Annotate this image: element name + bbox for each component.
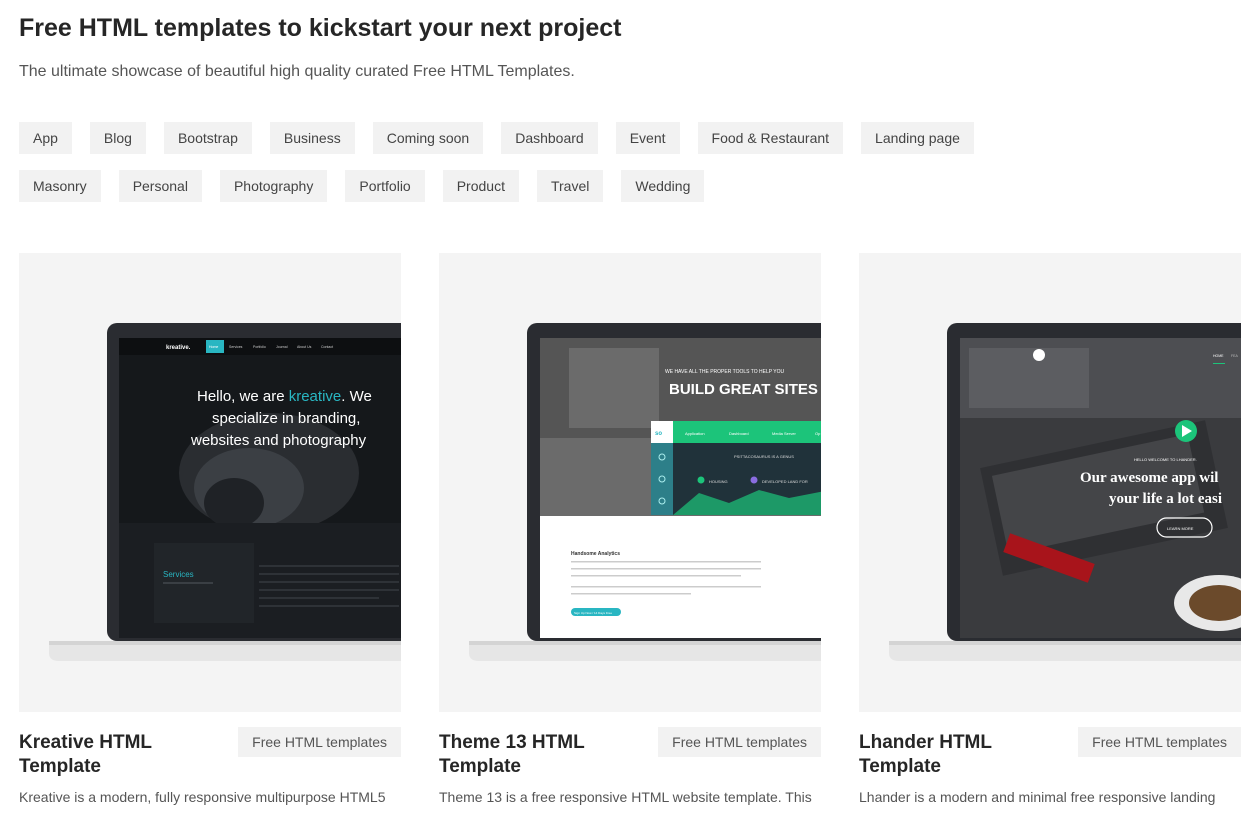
preview-stat-2: DEVELOPED LAND FOR [762, 479, 808, 484]
tag-bootstrap[interactable]: Bootstrap [163, 122, 252, 154]
tag-travel[interactable]: Travel [536, 170, 604, 202]
tag-product[interactable]: Product [442, 170, 519, 202]
tag-masonry[interactable]: Masonry [19, 170, 101, 202]
tag-row-2: Masonry Personal Photography Portfolio P… [19, 170, 1019, 202]
tag-blog[interactable]: Blog [89, 122, 146, 154]
rocket-icon [1033, 349, 1045, 361]
category-badge[interactable]: Free HTML templates [1078, 727, 1241, 757]
preview-nav-about: About Us [297, 345, 312, 349]
card-title[interactable]: Theme 13 HTML Template [439, 731, 639, 779]
category-badge[interactable]: Free HTML templates [238, 727, 401, 757]
preview-headline-brand: kreative [289, 388, 342, 405]
preview-tab-media: Media Server [772, 431, 796, 436]
preview-tab-dashboard: Dashboard [729, 431, 749, 436]
preview-learn-more: LEARN MORE [1167, 526, 1194, 531]
card-description: Theme 13 is a free responsive HTML websi… [439, 789, 812, 805]
tag-photography[interactable]: Photography [219, 170, 328, 202]
preview-tab-application: Application [685, 431, 705, 436]
preview-logo: so [655, 431, 662, 437]
preview-stat-1: HOUSING [709, 479, 728, 484]
tag-dashboard[interactable]: Dashboard [501, 122, 598, 154]
preview-signup-button: Sign Up Now / 14 Days Free [574, 611, 612, 615]
category-tags: App Blog Bootstrap Business Coming soon … [19, 122, 1019, 218]
tag-portfolio[interactable]: Portfolio [345, 170, 425, 202]
category-badge[interactable]: Free HTML templates [658, 727, 821, 757]
preview-nav-journal: Journal [276, 345, 288, 349]
preview-headline-c: . We [341, 388, 372, 405]
template-grid: kreative. Home Services Portfolio Journa… [19, 253, 1257, 813]
preview-banner: PSITTACOSAURUS IS A GENUS [734, 454, 794, 459]
preview-headline: BUILD GREAT SITES [669, 381, 818, 398]
page-title: Free HTML templates to kickstart your ne… [19, 14, 622, 42]
laptop-preview-image: HOME FEA HELLO WELCOME TO LHANDER. Our a… [889, 323, 1241, 661]
preview-services: Services [163, 570, 194, 579]
card-title[interactable]: Kreative HTML Template [19, 731, 219, 779]
tag-app[interactable]: App [19, 122, 72, 154]
template-card-theme13: WE HAVE ALL THE PROPER TOOLS TO HELP YOU… [439, 253, 821, 813]
preview-kicker: HELLO WELCOME TO LHANDER. [1134, 457, 1197, 462]
template-thumbnail[interactable]: kreative. Home Services Portfolio Journa… [19, 253, 401, 712]
tag-business[interactable]: Business [269, 122, 355, 154]
tag-food-restaurant[interactable]: Food & Restaurant [697, 122, 844, 154]
preview-headline-line2: your life a lot easi [1109, 491, 1222, 507]
preview-nav-contact: Contact [321, 345, 333, 349]
laptop-preview-image: WE HAVE ALL THE PROPER TOOLS TO HELP YOU… [469, 323, 821, 661]
preview-nav-home: HOME [1213, 354, 1224, 358]
preview-headline-line1: Our awesome app wil [1080, 470, 1218, 486]
card-title[interactable]: Lhander HTML Template [859, 731, 1059, 779]
template-thumbnail[interactable]: HOME FEA HELLO WELCOME TO LHANDER. Our a… [859, 253, 1241, 712]
template-card-kreative: kreative. Home Services Portfolio Journa… [19, 253, 401, 813]
preview-logo: kreative. [166, 345, 191, 351]
preview-kicker: WE HAVE ALL THE PROPER TOOLS TO HELP YOU [665, 369, 785, 375]
preview-nav-home: Home [209, 345, 218, 349]
tag-coming-soon[interactable]: Coming soon [372, 122, 484, 154]
tag-personal[interactable]: Personal [118, 170, 202, 202]
preview-headline-line3: websites and photography [190, 432, 367, 449]
tag-row-1: App Blog Bootstrap Business Coming soon … [19, 122, 1019, 154]
preview-nav-features: FEA [1231, 354, 1238, 358]
laptop-preview-image: kreative. Home Services Portfolio Journa… [49, 323, 401, 661]
tag-event[interactable]: Event [615, 122, 680, 154]
page-subtitle: The ultimate showcase of beautiful high … [19, 63, 575, 80]
tag-wedding[interactable]: Wedding [621, 170, 705, 202]
preview-nav-portfolio: Portfolio [253, 345, 266, 349]
card-description: Kreative is a modern, fully responsive m… [19, 789, 386, 805]
card-description: Lhander is a modern and minimal free res… [859, 789, 1216, 805]
preview-section: Handsome Analytics [571, 551, 620, 557]
preview-tab-op: Op [815, 431, 821, 436]
preview-headline-a: Hello, we are [197, 388, 289, 405]
template-thumbnail[interactable]: WE HAVE ALL THE PROPER TOOLS TO HELP YOU… [439, 253, 821, 712]
template-card-lhander: HOME FEA HELLO WELCOME TO LHANDER. Our a… [859, 253, 1241, 813]
preview-headline-line2: specialize in branding, [212, 410, 360, 427]
tag-landing-page[interactable]: Landing page [861, 122, 974, 154]
preview-nav-services: Services [229, 345, 243, 349]
svg-text:Hello, we are kreative. We: Hello, we are kreative. We [197, 388, 372, 405]
